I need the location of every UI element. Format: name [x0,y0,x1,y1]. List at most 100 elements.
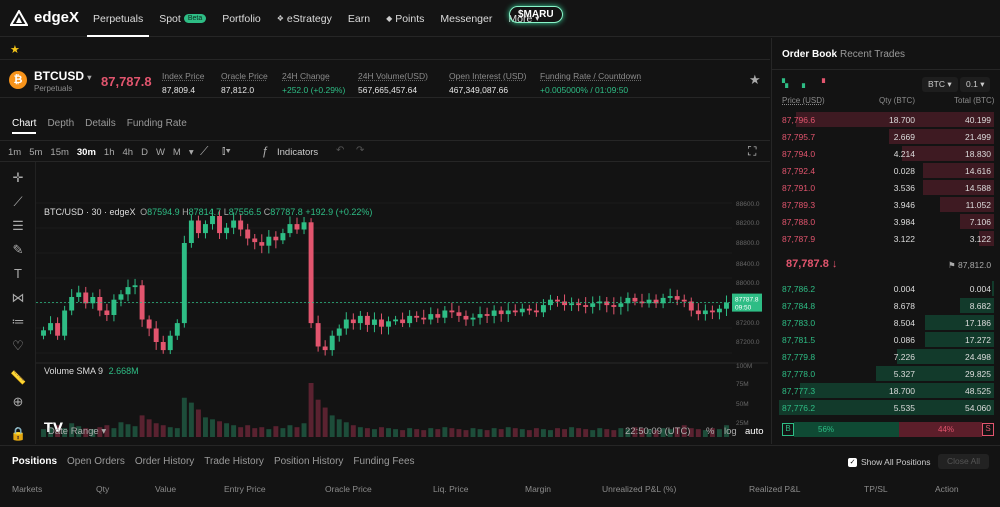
nav-item-messenger[interactable]: Messenger [440,0,492,37]
horizontal-lines-icon[interactable]: ☰ [10,218,26,234]
nav-item-perpetuals[interactable]: Perpetuals [86,0,150,37]
orderbook-row[interactable]: 87,792.4 0.028 14.616 [772,162,1000,179]
show-all-positions[interactable]: ✓ Show All Positions [848,457,930,467]
row-price: 87,784.8 [782,301,816,311]
log-toggle[interactable]: log [724,426,737,437]
maru-button[interactable]: $MARU [509,6,563,23]
candle-body [132,285,138,288]
tab-funding-rate[interactable]: Funding Rate [127,118,187,134]
last-price-tag-value: 87787.8 [735,297,759,304]
price-chart[interactable]: 87787.8 09:50 88600.0 88200.0 88800.0 88400.0… [36,162,768,444]
row-price: 87,796.6 [782,115,816,125]
nav-item-earn[interactable]: Earn [348,0,370,37]
orderbook-row[interactable]: 87,789.3 3.946 11.052 [772,196,1000,213]
line-chart-icon[interactable]: ⟋ [200,144,208,159]
text-icon[interactable]: T [10,266,26,282]
tab-order-history[interactable]: Order History [135,456,194,467]
brush-icon[interactable]: ✎ [10,242,26,258]
timeframe-W[interactable]: W [156,147,165,158]
nav-item-spot[interactable]: Spot Beta [159,0,207,37]
candle-body [604,301,610,306]
timeframe-D[interactable]: D [141,147,148,158]
close-all-button[interactable]: Close All [938,454,989,469]
favorite-star-icon[interactable]: ★ [749,72,761,88]
orderbook-row[interactable]: 87,787.9 3.122 3.122 [772,230,1000,247]
heart-icon[interactable]: ♡ [10,338,26,354]
tab-positions[interactable]: Positions [12,456,57,467]
orderbook-row[interactable]: 87,788.0 3.984 7.106 [772,213,1000,230]
orderbook-row[interactable]: 87,794.0 4.214 18.830 [772,145,1000,162]
orderbook-row[interactable]: 87,783.0 8.504 17.186 [772,314,1000,331]
tab-recent-trades[interactable]: Recent Trades [840,49,905,60]
auto-toggle[interactable]: auto [745,426,764,437]
row-price: 87,787.9 [782,234,816,244]
pattern-icon[interactable]: ⋈ [10,290,26,306]
tab-open-orders[interactable]: Open Orders [67,456,125,467]
orderbook-row[interactable]: 87,796.6 18.700 40.199 [772,111,1000,128]
chevron-down-icon[interactable]: ▾ [189,147,194,158]
orderbook-row[interactable]: 87,776.2 5.535 54.060 [772,399,1000,416]
fullscreen-icon[interactable]: ⛶ [748,144,756,159]
row-price: 87,792.4 [782,166,816,176]
candle-body [188,220,194,243]
trendline-icon[interactable]: ⟋ [10,194,26,210]
timeframe-5m[interactable]: 5m [29,147,42,158]
percent-toggle[interactable]: % [706,426,714,437]
timeframe-15m[interactable]: 15m [50,147,68,158]
orderbook-row[interactable]: 87,784.8 8.678 8.682 [772,297,1000,314]
candle-body [167,335,173,351]
orderbook-row[interactable]: 87,791.0 3.536 14.588 [772,179,1000,196]
brand-logo[interactable]: edgeX [10,9,79,26]
timeframe-30m[interactable]: 30m [77,147,96,158]
view-bids-icon[interactable]: ▖ [802,79,808,88]
candle-body [674,296,680,300]
ruler-icon[interactable]: 📏 [10,370,26,386]
checkbox-icon[interactable]: ✓ [848,457,857,467]
timeframe-M[interactable]: M [173,147,181,158]
view-both-icon[interactable]: ▚ [782,79,788,88]
star-icon[interactable]: ★ [10,43,20,56]
orderbook-row[interactable]: 87,779.8 7.226 24.498 [772,348,1000,365]
tab-trade-history[interactable]: Trade History [204,456,264,467]
orderbook-row[interactable]: 87,777.3 18.700 48.525 [772,382,1000,399]
row-price: 87,789.3 [782,200,816,210]
timeframe-4h[interactable]: 4h [122,147,133,158]
zoom-in-icon[interactable]: ⊕ [10,394,26,410]
symbol-selector[interactable]: BTCUSD ▾ Perpetuals [34,69,91,93]
tab-funding-fees[interactable]: Funding Fees [353,456,414,467]
column-header: Markets [12,484,43,494]
indicators-button[interactable]: Indicators [277,147,318,158]
date-range-button[interactable]: Date Range ▾ [48,426,106,437]
candle-body [41,330,46,336]
undo-icon[interactable]: ↶ [336,145,344,156]
redo-icon[interactable]: ↷ [356,145,364,156]
fib-icon[interactable]: ≔ [10,314,26,330]
orderbook-row[interactable]: 87,795.7 2.669 21.499 [772,128,1000,145]
orderbook-row[interactable]: 87,778.0 5.327 29.825 [772,365,1000,382]
tab-depth[interactable]: Depth [47,118,74,134]
row-qty: 0.086 [893,335,915,345]
row-price: 87,779.8 [782,352,816,362]
row-total: 40.199 [965,115,991,125]
tab-chart[interactable]: Chart [12,118,37,134]
view-asks-icon[interactable]: ▘ [822,79,828,88]
indicators-icon[interactable]: ƒ [262,144,269,158]
row-qty: 2.669 [893,132,915,142]
tab-order-book[interactable]: Order Book [782,49,837,60]
crosshair-icon[interactable]: ✛ [10,170,26,186]
nav-item-estrategy[interactable]: ❖ eStrategy [277,0,332,37]
step-select[interactable]: 0.1 ▾ [960,77,991,92]
timeframe-1m[interactable]: 1m [8,147,21,158]
tab-details[interactable]: Details [85,118,116,134]
orderbook-row[interactable]: 87,786.2 0.004 0.004 [772,280,1000,297]
nav-item-points[interactable]: ◆ Points [386,0,424,37]
asset-select[interactable]: BTC ▾ [922,77,958,92]
candle-body [702,310,708,315]
nav-item-portfolio[interactable]: Portfolio [222,0,261,37]
lock-icon[interactable]: 🔒 [10,426,26,442]
tab-position-history[interactable]: Position History [274,456,343,467]
orderbook-row[interactable]: 87,781.5 0.086 17.272 [772,331,1000,348]
candle-body [104,310,110,315]
candle-type-icon[interactable]: ⫾▾ [222,145,231,158]
timeframe-1h[interactable]: 1h [104,147,115,158]
